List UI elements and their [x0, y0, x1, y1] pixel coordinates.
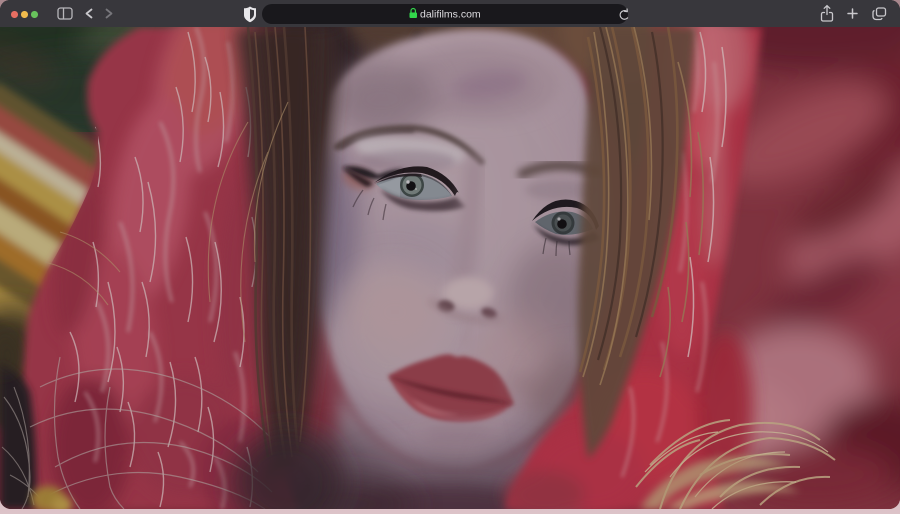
svg-text:dalifilms.com: dalifilms.com — [420, 9, 481, 21]
